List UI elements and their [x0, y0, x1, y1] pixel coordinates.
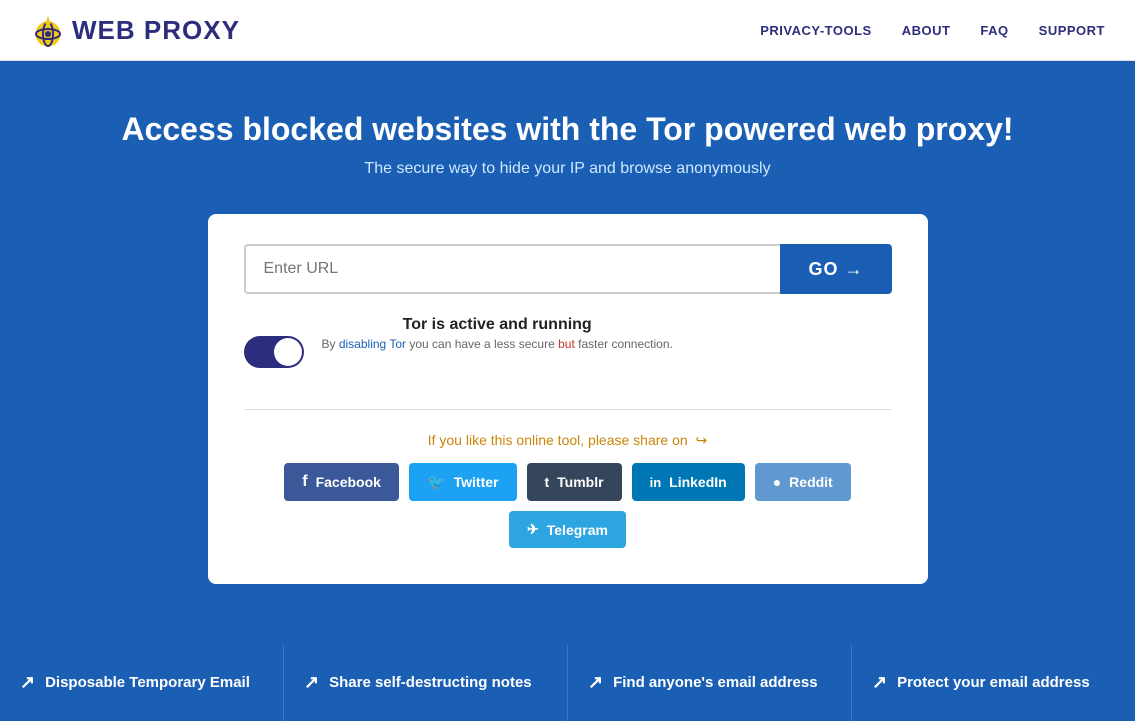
nav-about[interactable]: ABOUT [902, 23, 951, 38]
footer-item-label-3: Find anyone's email address [613, 674, 817, 691]
telegram-button[interactable]: ✈ Telegram [509, 511, 626, 548]
ext-link-icon-4: ↗ [872, 672, 887, 693]
ext-link-icon-1: ↗ [20, 672, 35, 693]
footer-item-label-4: Protect your email address [897, 674, 1090, 691]
linkedin-button[interactable]: in LinkedIn [632, 463, 745, 501]
hero-headline: Access blocked websites with the Tor pow… [30, 111, 1105, 148]
nav-support[interactable]: SUPPORT [1039, 23, 1105, 38]
share-text: If you like this online tool, please sha… [244, 432, 892, 449]
twitter-icon: 🐦 [427, 473, 446, 491]
telegram-icon: ✈ [527, 521, 539, 538]
logo-text: WEB PROXY [72, 15, 240, 46]
linkedin-icon: in [650, 475, 662, 490]
tor-text: Tor is active and running By disabling T… [322, 316, 673, 387]
url-input[interactable] [244, 244, 781, 294]
hero-subheadline: The secure way to hide your IP and brows… [30, 160, 1105, 178]
proxy-card: GO → Tor is active and running By disabl… [208, 214, 928, 584]
tor-description: By disabling Tor you can have a less sec… [322, 337, 673, 351]
site-header: WEB PROXY PRIVACY-TOOLS ABOUT FAQ SUPPOR… [0, 0, 1135, 61]
tumblr-icon: t [545, 474, 550, 490]
reddit-button[interactable]: ● Reddit [755, 463, 851, 501]
main-nav: PRIVACY-TOOLS ABOUT FAQ SUPPORT [760, 23, 1105, 38]
tor-title: Tor is active and running [322, 316, 673, 334]
footer-bar: ↗ Disposable Temporary Email ↗ Share sel… [0, 644, 1135, 721]
footer-item-label-1: Disposable Temporary Email [45, 674, 250, 691]
footer-find-email[interactable]: ↗ Find anyone's email address [568, 644, 852, 721]
tor-disable-link[interactable]: disabling Tor [339, 337, 406, 351]
footer-item-label-2: Share self-destructing notes [329, 674, 532, 691]
ext-link-icon-2: ↗ [304, 672, 319, 693]
url-row: GO → [244, 244, 892, 294]
tor-toggle[interactable] [244, 336, 304, 368]
nav-privacy-tools[interactable]: PRIVACY-TOOLS [760, 23, 871, 38]
reddit-icon: ● [773, 474, 781, 490]
hero-section: Access blocked websites with the Tor pow… [0, 61, 1135, 644]
ext-link-icon-3: ↗ [588, 672, 603, 693]
footer-self-destructing-notes[interactable]: ↗ Share self-destructing notes [284, 644, 568, 721]
go-button[interactable]: GO → [780, 244, 891, 294]
toggle-knob [274, 338, 302, 366]
footer-protect-email[interactable]: ↗ Protect your email address [852, 644, 1135, 721]
share-arrow-icon: ↪ [696, 432, 708, 449]
tumblr-button[interactable]: t Tumblr [527, 463, 622, 501]
nav-faq[interactable]: FAQ [980, 23, 1008, 38]
facebook-icon: f [302, 473, 307, 491]
logo[interactable]: WEB PROXY [30, 12, 240, 48]
logo-icon [30, 12, 66, 48]
tor-row: Tor is active and running By disabling T… [244, 316, 892, 410]
twitter-button[interactable]: 🐦 Twitter [409, 463, 517, 501]
social-buttons: f Facebook 🐦 Twitter t Tumblr in LinkedI… [244, 463, 892, 548]
tor-but-text: but [558, 337, 575, 351]
footer-disposable-email[interactable]: ↗ Disposable Temporary Email [0, 644, 284, 721]
facebook-button[interactable]: f Facebook [284, 463, 399, 501]
